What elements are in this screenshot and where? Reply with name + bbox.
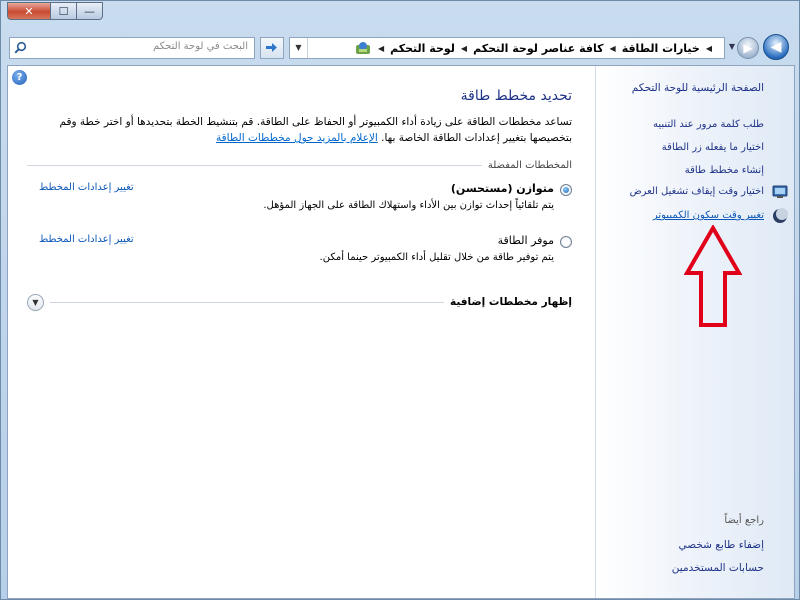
search-placeholder: البحث في لوحة التحكم [153,41,248,52]
annotation-arrow-icon [684,225,742,327]
plan-name[interactable]: متوازن (مستحسن) [451,182,554,195]
recent-pages-icon[interactable]: ▼ [729,42,735,51]
refresh-button[interactable] [260,37,284,59]
navigation-bar: البحث في لوحة التحكم ▼ ◀ لوحة التحكم ◀ ك… [7,33,795,61]
search-input[interactable]: البحث في لوحة التحكم [9,37,255,59]
refresh-icon [266,43,277,52]
display-icon [772,185,788,198]
change-plan-settings-link[interactable]: تغيير إعدادات المخطط [39,234,134,245]
plan-radio[interactable] [560,236,572,248]
page-title: تحديد مخطط طاقة [460,88,572,104]
section-label: المخططات المفضلة [487,159,572,171]
sleep-moon-icon [773,208,788,223]
see-also-heading: راجع أيضاً [724,515,764,526]
chevron-down-icon[interactable]: ▼ [27,293,44,311]
minimize-button[interactable]: — [77,2,103,20]
breadcrumb-power-options[interactable]: خيارات الطاقة [622,42,700,55]
search-icon [14,41,27,54]
content-area: ? تحديد مخطط طاقة تساعد مخططات الطاقة عل… [7,65,795,599]
sidebar-link-sleep-time[interactable]: تغيير وقت سكون الكمبيوتر [653,210,764,221]
address-bar[interactable]: ▼ ◀ لوحة التحكم ◀ كافة عناصر لوحة التحكم… [289,37,725,59]
divider [50,301,445,303]
sidebar-link-power-button[interactable]: اختيار ما يفعله زر الطاقة [662,142,764,153]
control-panel-icon [355,42,370,54]
navigation-buttons: ◀ ▶ ▼ [729,33,791,61]
control-panel-home-link[interactable]: الصفحة الرئيسية للوحة التحكم [632,82,764,94]
breadcrumb-all-items[interactable]: كافة عناصر لوحة التحكم [473,42,603,55]
preferred-plans-header: المخططات المفضلة [27,158,572,172]
show-additional-plans[interactable]: إظهار مخططات إضافية ▼ [27,292,572,312]
breadcrumb-control-panel[interactable]: لوحة التحكم [390,42,455,55]
task-pane: الصفحة الرئيسية للوحة التحكم طلب كلمة مر… [595,66,794,598]
plan-name[interactable]: موفر الطاقة [498,234,554,247]
breadcrumb-separator-icon[interactable]: ◀ [378,44,384,53]
breadcrumb: ◀ لوحة التحكم ◀ كافة عناصر لوحة التحكم ◀… [348,38,718,58]
back-button[interactable]: ◀ [763,34,789,60]
sidebar-link-require-password[interactable]: طلب كلمة مرور عند التنبيه [653,119,764,130]
change-plan-settings-link[interactable]: تغيير إعدادات المخطط [39,182,134,193]
breadcrumb-separator-icon[interactable]: ◀ [461,44,467,53]
plan-balanced[interactable]: متوازن (مستحسن) يتم تلقائياً إحداث توازن… [27,182,572,222]
plan-radio-selected[interactable] [560,184,572,196]
show-additional-plans-label[interactable]: إظهار مخططات إضافية [450,296,572,308]
close-button[interactable]: ✕ [7,2,51,20]
sidebar-link-display-off[interactable]: اختيار وقت إيقاف تشغيل العرض [630,186,764,197]
sidebar-link-create-plan[interactable]: إنشاء مخطط طاقة [685,165,764,176]
see-also-user-accounts-link[interactable]: حسابات المستخدمين [672,562,764,574]
plan-power-saver[interactable]: موفر الطاقة يتم توفير طاقة من خلال تقليل… [27,234,572,274]
control-panel-window: ✕ ☐ — البحث في لوحة التحكم ▼ ◀ لوحة التح… [0,0,800,600]
breadcrumb-separator-icon[interactable]: ◀ [610,44,616,53]
learn-more-link[interactable]: الإعلام بالمزيد حول مخططات الطاقة [216,132,378,144]
breadcrumb-separator-icon[interactable]: ◀ [706,44,712,53]
help-icon[interactable]: ? [12,70,27,85]
divider [27,164,482,166]
address-dropdown-icon[interactable]: ▼ [290,38,308,58]
see-also-personalization-link[interactable]: إضفاء طابع شخصي [679,539,764,551]
intro-text: تساعد مخططات الطاقة على زيادة أداء الكمب… [27,114,572,146]
plan-description: يتم توفير طاقة من خلال تقليل أداء الكمبي… [319,252,554,263]
caption-buttons: ✕ ☐ — [7,2,103,20]
maximize-button[interactable]: ☐ [51,2,77,20]
main-pane: ? تحديد مخطط طاقة تساعد مخططات الطاقة عل… [8,66,595,598]
plan-description: يتم تلقائياً إحداث توازن بين الأداء واست… [263,200,554,211]
forward-button[interactable]: ▶ [737,37,759,59]
